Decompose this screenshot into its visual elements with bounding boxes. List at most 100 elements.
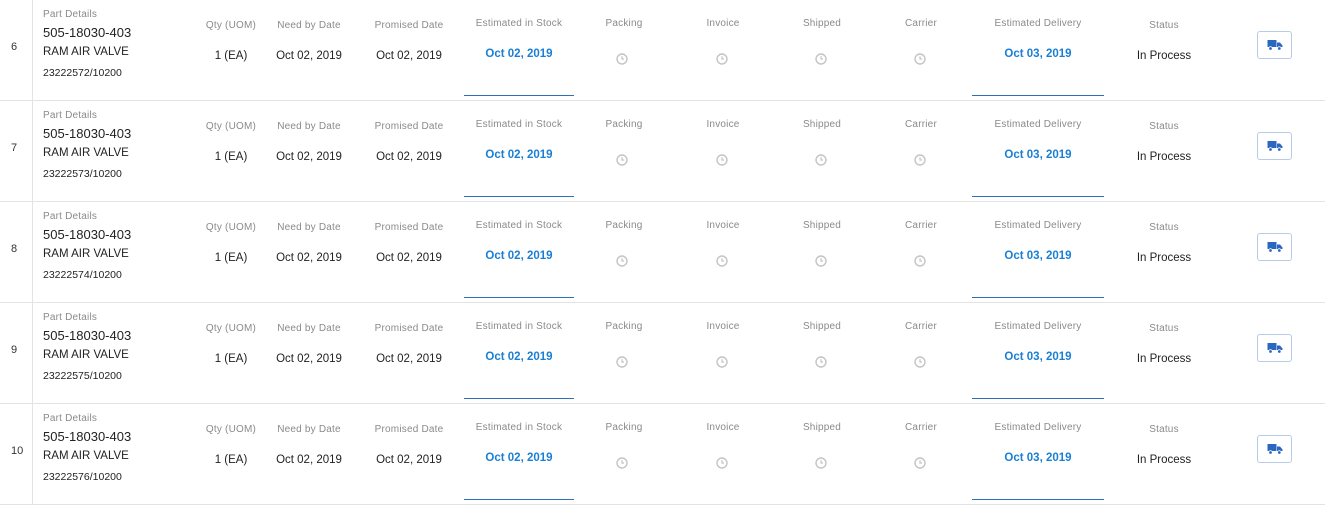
est-stock-value[interactable]: Oct 02, 2019 xyxy=(464,250,574,262)
packing-clock-icon xyxy=(616,255,628,267)
promised-value: Oct 02, 2019 xyxy=(376,50,442,62)
carrier-clock-icon xyxy=(914,457,926,469)
track-shipment-button[interactable] xyxy=(1257,435,1292,463)
part-serial: 23222576/10200 xyxy=(43,471,122,483)
table-row: 6 Part Details 505-18030-403 RAM AIR VAL… xyxy=(0,0,1325,101)
table-row: 8 Part Details 505-18030-403 RAM AIR VAL… xyxy=(0,202,1325,303)
shipped-label: Shipped xyxy=(802,321,842,332)
status-value: In Process xyxy=(1136,50,1192,62)
part-number: 505-18030-403 xyxy=(43,227,132,242)
promised-value: Oct 02, 2019 xyxy=(376,454,442,466)
shipped-clock-icon xyxy=(815,53,827,65)
part-number: 505-18030-403 xyxy=(43,429,132,444)
qty-label: Qty (UOM) xyxy=(205,222,257,233)
est-stock-underline xyxy=(464,95,574,96)
part-serial: 23222573/10200 xyxy=(43,168,122,180)
track-shipment-button[interactable] xyxy=(1257,31,1292,59)
carrier-label: Carrier xyxy=(905,321,937,332)
status-label: Status xyxy=(1149,323,1179,334)
part-serial: 23222575/10200 xyxy=(43,370,122,382)
est-stock-label: Estimated in Stock xyxy=(475,18,563,29)
row-number-cell: 10 xyxy=(0,404,33,504)
est-delivery-label: Estimated Delivery xyxy=(994,422,1082,433)
table-row: 7 Part Details 505-18030-403 RAM AIR VAL… xyxy=(0,101,1325,202)
est-stock-underline xyxy=(464,398,574,399)
part-serial: 23222572/10200 xyxy=(43,67,122,79)
invoice-clock-icon xyxy=(716,154,728,166)
carrier-label: Carrier xyxy=(905,119,937,130)
invoice-label: Invoice xyxy=(706,321,740,332)
part-details-label: Part Details xyxy=(43,9,98,20)
est-delivery-label: Estimated Delivery xyxy=(994,321,1082,332)
part-details-label: Part Details xyxy=(43,312,98,323)
track-shipment-button[interactable] xyxy=(1257,233,1292,261)
packing-label: Packing xyxy=(605,119,643,130)
est-stock-underline xyxy=(464,196,574,197)
track-shipment-button[interactable] xyxy=(1257,334,1292,362)
part-details-label: Part Details xyxy=(43,413,98,424)
est-delivery-value[interactable]: Oct 03, 2019 xyxy=(972,452,1104,464)
packing-label: Packing xyxy=(605,18,643,29)
est-stock-value[interactable]: Oct 02, 2019 xyxy=(464,48,574,60)
invoice-label: Invoice xyxy=(706,18,740,29)
qty-value: 1 (EA) xyxy=(214,454,248,466)
status-value: In Process xyxy=(1136,252,1192,264)
row-number: 8 xyxy=(11,243,18,255)
est-delivery-label: Estimated Delivery xyxy=(994,18,1082,29)
part-details-label: Part Details xyxy=(43,211,98,222)
promised-label: Promised Date xyxy=(374,424,444,435)
invoice-clock-icon xyxy=(716,356,728,368)
packing-label: Packing xyxy=(605,220,643,231)
row-number-cell: 8 xyxy=(0,202,33,302)
qty-value: 1 (EA) xyxy=(214,151,248,163)
shipped-clock-icon xyxy=(815,356,827,368)
shipped-label: Shipped xyxy=(802,220,842,231)
track-shipment-button[interactable] xyxy=(1257,132,1292,160)
shipped-label: Shipped xyxy=(802,422,842,433)
row-number: 6 xyxy=(11,41,18,53)
promised-value: Oct 02, 2019 xyxy=(376,151,442,163)
row-number: 9 xyxy=(11,344,18,356)
shipped-clock-icon xyxy=(815,154,827,166)
truck-icon xyxy=(1267,444,1283,455)
need-by-value: Oct 02, 2019 xyxy=(276,454,342,466)
promised-label: Promised Date xyxy=(374,20,444,31)
row-number-cell: 9 xyxy=(0,303,33,403)
est-delivery-value[interactable]: Oct 03, 2019 xyxy=(972,48,1104,60)
invoice-label: Invoice xyxy=(706,422,740,433)
need-by-value: Oct 02, 2019 xyxy=(276,50,342,62)
status-value: In Process xyxy=(1136,454,1192,466)
est-stock-value[interactable]: Oct 02, 2019 xyxy=(464,149,574,161)
est-delivery-underline xyxy=(972,398,1104,399)
promised-value: Oct 02, 2019 xyxy=(376,252,442,264)
part-description: RAM AIR VALVE xyxy=(43,450,129,462)
est-delivery-underline xyxy=(972,297,1104,298)
part-number: 505-18030-403 xyxy=(43,25,132,40)
row-number-cell: 7 xyxy=(0,101,33,201)
part-description: RAM AIR VALVE xyxy=(43,248,129,260)
packing-clock-icon xyxy=(616,53,628,65)
est-stock-value[interactable]: Oct 02, 2019 xyxy=(464,452,574,464)
truck-icon xyxy=(1267,242,1283,253)
est-delivery-value[interactable]: Oct 03, 2019 xyxy=(972,250,1104,262)
need-by-label: Need by Date xyxy=(277,222,341,233)
status-label: Status xyxy=(1149,222,1179,233)
est-delivery-label: Estimated Delivery xyxy=(994,220,1082,231)
qty-value: 1 (EA) xyxy=(214,252,248,264)
carrier-clock-icon xyxy=(914,154,926,166)
packing-clock-icon xyxy=(616,154,628,166)
need-by-label: Need by Date xyxy=(277,121,341,132)
part-serial: 23222574/10200 xyxy=(43,269,122,281)
need-by-value: Oct 02, 2019 xyxy=(276,252,342,264)
carrier-clock-icon xyxy=(914,53,926,65)
carrier-label: Carrier xyxy=(905,220,937,231)
est-delivery-value[interactable]: Oct 03, 2019 xyxy=(972,149,1104,161)
carrier-clock-icon xyxy=(914,356,926,368)
status-label: Status xyxy=(1149,121,1179,132)
est-delivery-value[interactable]: Oct 03, 2019 xyxy=(972,351,1104,363)
part-number: 505-18030-403 xyxy=(43,328,132,343)
status-value: In Process xyxy=(1136,353,1192,365)
row-number: 10 xyxy=(11,445,24,457)
est-stock-value[interactable]: Oct 02, 2019 xyxy=(464,351,574,363)
packing-clock-icon xyxy=(616,356,628,368)
